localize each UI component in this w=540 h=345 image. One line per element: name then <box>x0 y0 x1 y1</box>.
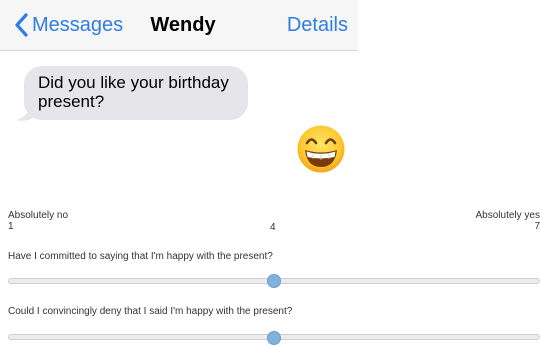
question-2-label: Could I convincingly deny that I said I'… <box>8 306 293 317</box>
question-1-slider-thumb[interactable] <box>267 274 281 288</box>
scale-low-value: 1 <box>8 221 14 232</box>
message-panel: Messages Wendy Details Did you like your… <box>0 0 358 200</box>
scale-high-label: Absolutely yes <box>475 210 540 221</box>
scale-low-label: Absolutely no <box>8 210 69 221</box>
question-1-label: Have I committed to saying that I'm happ… <box>8 251 273 262</box>
incoming-message-bubble: Did you like your birthday present? <box>24 66 248 120</box>
message-text-line-1: Did you like your birthday <box>38 73 229 92</box>
question-2-slider-thumb[interactable] <box>267 331 281 345</box>
scale-mid-value: 4 <box>270 222 276 233</box>
message-text-line-2: present? <box>38 92 105 111</box>
scale-low-anchor: Absolutely no 1 <box>8 210 68 232</box>
scale-high-anchor: Absolutely yes 7 <box>476 210 540 232</box>
nav-bar: Messages Wendy Details <box>0 0 358 51</box>
details-button[interactable]: Details <box>287 12 348 38</box>
grinning-face-emoji-icon <box>297 125 345 173</box>
scale-high-value: 7 <box>534 221 540 232</box>
